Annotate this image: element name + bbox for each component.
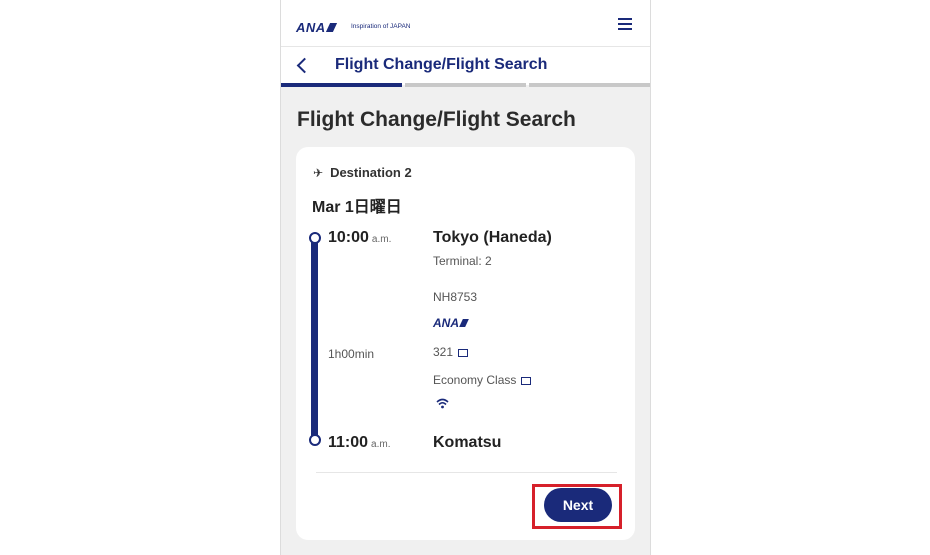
arrival-time: 11:00 a.m. [328, 434, 391, 452]
tagline: Inspiration of JAPAN [351, 23, 411, 30]
progress-step-3 [529, 83, 650, 87]
timeline-bar [311, 235, 318, 441]
cabin-class[interactable]: Economy Class [433, 373, 532, 387]
arrival-ampm: a.m. [371, 439, 391, 450]
divider [316, 472, 617, 473]
airline-logo-text: ANA [433, 316, 459, 330]
flight-duration: 1h00min [328, 347, 375, 361]
step-progress [281, 83, 650, 87]
external-link-icon [458, 348, 469, 357]
airplane-icon: ✈ [313, 165, 324, 180]
page-title: Flight Change/Flight Search [297, 108, 576, 131]
progress-step-1 [281, 83, 402, 87]
external-link-icon [521, 376, 532, 385]
aircraft-type[interactable]: 321 [433, 345, 469, 359]
titlebar-title: Flight Change/Flight Search [335, 56, 548, 73]
cabin-value: Economy Class [433, 373, 517, 387]
phone-screen: ANA Inspiration of JAPAN Flight Change/F… [280, 0, 651, 555]
arrival-city: Komatsu [433, 434, 502, 451]
destination-header: ✈ Destination 2 [313, 165, 412, 180]
arrival-time-value: 11:00 [328, 434, 369, 451]
progress-step-2 [405, 83, 526, 87]
departure-dot [309, 232, 321, 244]
departure-time-value: 10:00 [328, 229, 369, 246]
flight-date: Mar 1日曜日 [312, 199, 402, 216]
aircraft-value: 321 [433, 345, 454, 359]
wifi-icon [436, 398, 449, 412]
departure-ampm: a.m. [371, 234, 392, 245]
logo-stripe [325, 23, 337, 32]
flight-card: ✈ Destination 2 Mar 1日曜日 10:00 a.m. Tokyo… [296, 147, 635, 540]
back-arrow-icon[interactable] [296, 57, 313, 74]
departure-terminal: Terminal: 2 [433, 254, 492, 268]
title-bar: Flight Change/Flight Search [281, 47, 650, 85]
airline-logo-stripe [459, 319, 469, 327]
departure-city: Tokyo (Haneda) [433, 229, 552, 246]
airline-logo: ANA [433, 316, 469, 330]
hamburger-menu-icon[interactable] [618, 18, 632, 33]
logo-text: ANA [296, 20, 326, 35]
departure-time: 10:00 a.m. [328, 229, 391, 247]
top-bar: ANA Inspiration of JAPAN [281, 0, 650, 47]
arrival-dot [309, 434, 321, 446]
ana-logo[interactable]: ANA [296, 20, 337, 35]
flight-number: NH8753 [433, 290, 478, 304]
next-button[interactable]: Next [544, 488, 612, 522]
destination-label: Destination 2 [330, 165, 412, 180]
